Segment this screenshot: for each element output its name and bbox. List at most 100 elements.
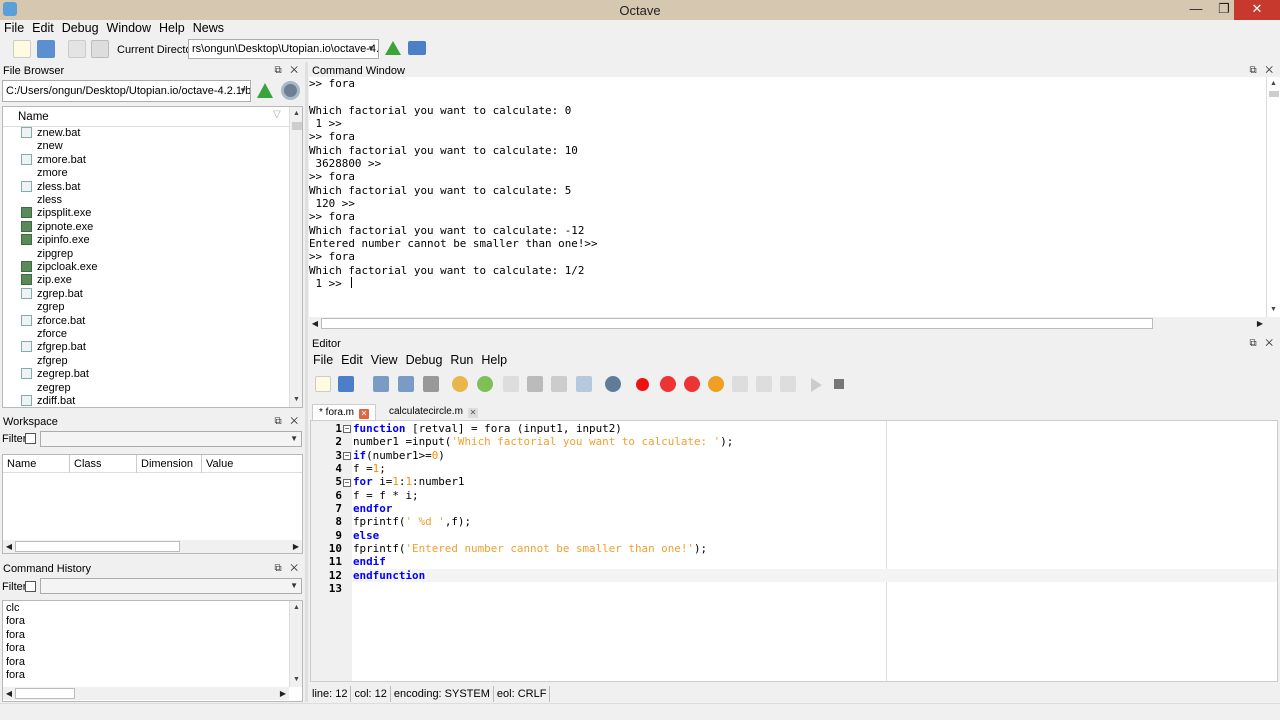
scroll-thumb[interactable] <box>321 318 1153 329</box>
history-item[interactable]: fora <box>6 629 25 642</box>
history-filter-checkbox[interactable] <box>25 581 36 592</box>
open-folder-icon[interactable] <box>37 40 55 58</box>
file-row[interactable]: zgrep.bat <box>21 287 83 301</box>
history-item[interactable]: clc <box>6 602 19 615</box>
next-breakpoint-icon[interactable] <box>660 376 676 392</box>
scroll-thumb[interactable] <box>292 122 302 130</box>
editor-menu-help[interactable]: Help <box>477 352 511 367</box>
workspace-filter-checkbox[interactable] <box>25 433 36 444</box>
scroll-right-icon[interactable]: ▶ <box>277 687 289 700</box>
step-icon[interactable] <box>732 376 748 392</box>
current-directory-select[interactable]: rs\ongun\Desktop\Utopian.io\octave-4.2.1… <box>188 39 379 59</box>
open-file-icon[interactable] <box>338 376 354 392</box>
file-row[interactable]: zless.bat <box>21 180 80 194</box>
name-column-header[interactable]: Name <box>18 111 49 123</box>
panel-dock-close-icons[interactable]: ⧉ ✕ <box>1249 337 1276 351</box>
workspace-col-name[interactable]: Name <box>3 455 70 473</box>
scroll-right-icon[interactable]: ▶ <box>1254 317 1266 330</box>
stop-icon[interactable] <box>834 379 844 389</box>
file-row[interactable]: zipnote.exe <box>21 220 93 234</box>
history-item[interactable]: fora <box>6 642 25 655</box>
history-filter-input[interactable]: ▼ <box>40 578 302 594</box>
scroll-left-icon[interactable]: ◀ <box>309 317 321 330</box>
editor-menu-run[interactable]: Run <box>446 352 477 367</box>
up-directory-icon[interactable] <box>385 41 401 55</box>
file-row[interactable]: znew <box>21 140 63 153</box>
step-in-icon[interactable] <box>756 376 772 392</box>
menu-debug[interactable]: Debug <box>58 20 103 35</box>
fold-icon[interactable]: − <box>343 425 351 433</box>
paste-icon[interactable] <box>91 40 109 58</box>
file-row[interactable]: znew.bat <box>21 127 80 140</box>
scroll-up-icon[interactable]: ▲ <box>1267 77 1280 91</box>
cut-icon[interactable] <box>527 376 543 392</box>
file-row[interactable]: zipinfo.exe <box>21 234 90 247</box>
file-row[interactable]: zgrep <box>21 301 65 314</box>
scroll-thumb[interactable] <box>15 541 180 552</box>
file-row[interactable]: zmore.bat <box>21 153 86 167</box>
file-row[interactable]: zipcloak.exe <box>21 261 98 274</box>
print-icon[interactable] <box>423 376 439 392</box>
close-icon[interactable]: ✕ <box>359 409 370 419</box>
new-file-icon[interactable] <box>13 40 31 58</box>
workspace-col-dimension[interactable]: Dimension <box>137 455 202 473</box>
menu-window[interactable]: Window <box>103 20 155 35</box>
scroll-left-icon[interactable]: ◀ <box>3 687 15 700</box>
file-row[interactable]: zip.exe <box>21 274 72 287</box>
command-window-output[interactable]: >> fora Which factorial you want to calcu… <box>309 77 1266 317</box>
workspace-col-value[interactable]: Value <box>202 455 302 473</box>
file-row[interactable]: zforce <box>21 328 67 341</box>
scroll-right-icon[interactable]: ▶ <box>290 540 302 553</box>
panel-dock-close-icons[interactable]: ⧉ ✕ <box>274 562 301 576</box>
save-icon[interactable] <box>373 376 389 392</box>
previous-breakpoint-icon[interactable] <box>684 376 700 392</box>
vertical-splitter[interactable] <box>305 62 308 702</box>
gear-icon[interactable] <box>281 81 300 100</box>
scroll-left-icon[interactable]: ◀ <box>3 540 15 553</box>
scroll-down-icon[interactable]: ▼ <box>1267 303 1280 317</box>
copy-icon[interactable] <box>68 40 86 58</box>
file-row[interactable]: zfgrep.bat <box>21 341 86 354</box>
file-row[interactable]: zmore <box>21 167 68 180</box>
file-row[interactable]: zforce.bat <box>21 314 85 328</box>
scroll-up-icon[interactable]: ▲ <box>290 107 302 121</box>
file-row[interactable]: zipgrep <box>21 248 73 261</box>
command-window-hscroll[interactable]: ◀ ▶ <box>309 317 1266 330</box>
menu-edit[interactable]: Edit <box>28 20 58 35</box>
settings-icon[interactable] <box>605 376 621 392</box>
file-row[interactable]: zegrep <box>21 382 71 395</box>
file-row[interactable]: zipsplit.exe <box>21 207 91 220</box>
editor-menu-edit[interactable]: Edit <box>337 352 367 367</box>
scroll-down-icon[interactable]: ▼ <box>290 393 302 407</box>
panel-dock-close-icons[interactable]: ⧉ ✕ <box>1249 64 1276 78</box>
file-list-scrollbar[interactable]: ▲ ▼ <box>289 107 302 407</box>
command-window-vscroll[interactable]: ▲ ▼ <box>1266 77 1280 317</box>
tab-calculatecircle[interactable]: calculatecircle.m ✕ <box>383 404 484 420</box>
file-row[interactable]: zegrep.bat <box>21 368 89 381</box>
editor-menu-debug[interactable]: Debug <box>402 352 447 367</box>
scroll-thumb[interactable] <box>15 688 75 699</box>
fold-icon[interactable]: − <box>343 479 351 487</box>
history-item[interactable]: fora <box>6 656 25 669</box>
menu-file[interactable]: File <box>0 20 28 35</box>
breakpoint-icon[interactable] <box>636 378 649 391</box>
minimize-button[interactable]: — <box>1182 0 1210 20</box>
file-row[interactable]: zless <box>21 194 62 207</box>
file-row[interactable]: zdiff.bat <box>21 395 75 407</box>
new-script-icon[interactable] <box>315 376 331 392</box>
menu-news[interactable]: News <box>189 20 228 35</box>
redo-icon[interactable] <box>477 376 493 392</box>
paste-icon[interactable] <box>551 376 567 392</box>
run-icon[interactable] <box>811 378 822 392</box>
up-directory-icon[interactable] <box>257 83 273 98</box>
browse-folder-icon[interactable] <box>408 41 426 55</box>
step-out-icon[interactable] <box>780 376 796 392</box>
editor-menu-file[interactable]: File <box>309 352 337 367</box>
editor-menu-view[interactable]: View <box>367 352 402 367</box>
tab-fora[interactable]: * fora.m ✕ <box>312 404 377 420</box>
workspace-col-class[interactable]: Class <box>70 455 137 473</box>
menu-help[interactable]: Help <box>155 20 189 35</box>
copy-icon[interactable] <box>503 376 519 392</box>
undo-icon[interactable] <box>452 376 468 392</box>
filter-icon[interactable]: ▽ <box>273 109 281 120</box>
